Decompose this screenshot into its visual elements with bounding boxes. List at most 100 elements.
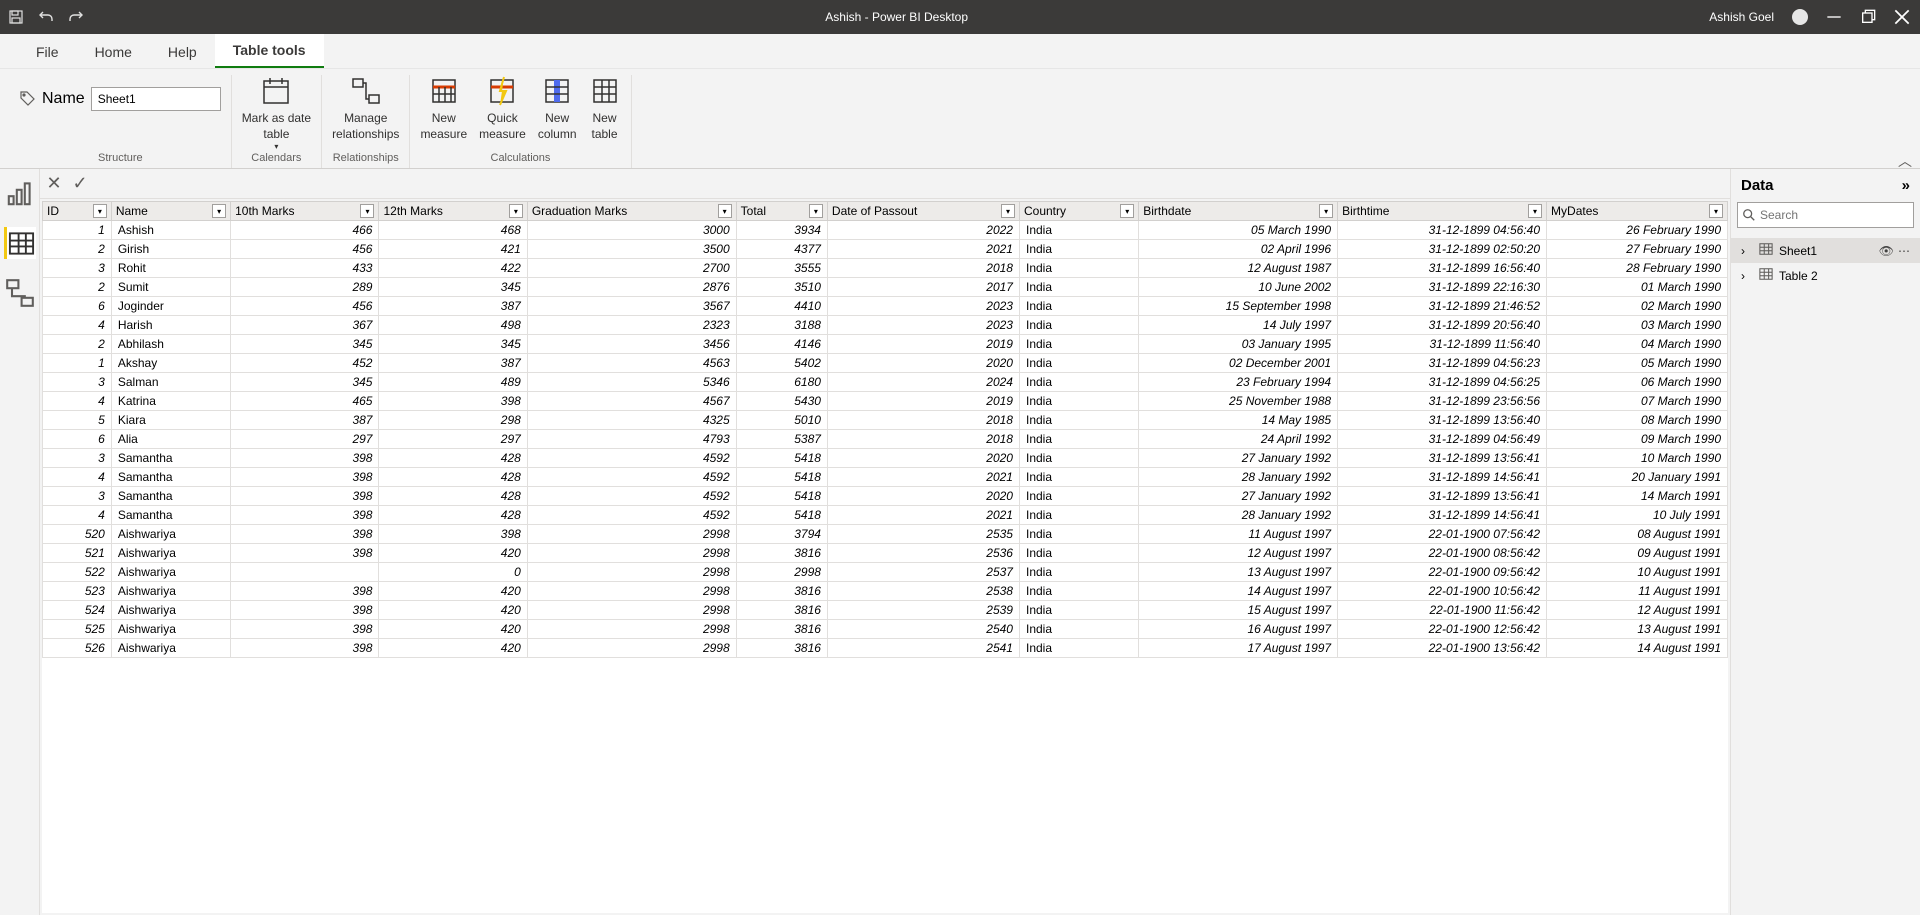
cell[interactable]: 12 August 1991 [1547,601,1728,620]
filter-dropdown-icon[interactable]: ▾ [360,204,374,218]
cell[interactable]: 4410 [736,297,827,316]
filter-dropdown-icon[interactable]: ▾ [718,204,732,218]
cell[interactable]: 345 [379,278,527,297]
table-row[interactable]: 3Samantha398428459254182020India27 Janua… [43,487,1728,506]
cell[interactable]: 398 [231,620,379,639]
filter-dropdown-icon[interactable]: ▾ [809,204,823,218]
cell[interactable]: India [1019,259,1138,278]
cell[interactable]: 466 [231,221,379,240]
cell[interactable]: Harish [111,316,230,335]
cell[interactable]: 27 January 1992 [1139,449,1338,468]
cell[interactable]: Aishwariya [111,582,230,601]
cell[interactable]: 02 March 1990 [1547,297,1728,316]
cell[interactable]: 398 [231,639,379,658]
filter-dropdown-icon[interactable]: ▾ [1709,204,1723,218]
cell[interactable]: 420 [379,544,527,563]
cell[interactable]: Sumit [111,278,230,297]
cell[interactable]: 09 August 1991 [1547,544,1728,563]
cell[interactable]: 6 [43,297,112,316]
cell[interactable]: 2538 [827,582,1019,601]
cell[interactable]: 345 [231,373,379,392]
cell[interactable]: 3794 [736,525,827,544]
cell[interactable]: 452 [231,354,379,373]
cell[interactable]: 398 [231,582,379,601]
filter-dropdown-icon[interactable]: ▾ [509,204,523,218]
cell[interactable]: 289 [231,278,379,297]
cell[interactable]: 08 March 1990 [1547,411,1728,430]
cell[interactable]: 31-12-1899 13:56:41 [1338,487,1547,506]
cell[interactable]: India [1019,449,1138,468]
cell[interactable]: 23 February 1994 [1139,373,1338,392]
cell[interactable]: 01 March 1990 [1547,278,1728,297]
cell[interactable]: Joginder [111,297,230,316]
col-header[interactable]: ID▾ [43,202,112,221]
cell[interactable]: 15 August 1997 [1139,601,1338,620]
table-row[interactable]: 521Aishwariya398420299838162536India12 A… [43,544,1728,563]
redo-icon[interactable] [68,9,84,25]
cell[interactable]: 2 [43,335,112,354]
cell[interactable]: 456 [231,297,379,316]
cell[interactable]: 11 August 1997 [1139,525,1338,544]
cell[interactable]: 433 [231,259,379,278]
cell[interactable]: 3816 [736,601,827,620]
cell[interactable]: 3188 [736,316,827,335]
cell[interactable]: 1 [43,354,112,373]
cell[interactable]: 02 April 1996 [1139,240,1338,259]
cell[interactable]: 428 [379,449,527,468]
visibility-icon[interactable]: 👁 [1879,244,1894,258]
cell[interactable]: 31-12-1899 04:56:25 [1338,373,1547,392]
cell[interactable]: Aishwariya [111,525,230,544]
cell[interactable]: 2018 [827,430,1019,449]
cell[interactable]: 22-01-1900 07:56:42 [1338,525,1547,544]
cell[interactable]: 387 [379,354,527,373]
cell[interactable]: 10 March 1990 [1547,449,1728,468]
cell[interactable]: 3 [43,449,112,468]
cell[interactable]: India [1019,373,1138,392]
cell[interactable]: 521 [43,544,112,563]
cell[interactable]: 22-01-1900 13:56:42 [1338,639,1547,658]
table-row[interactable]: 6Joginder456387356744102023India15 Septe… [43,297,1728,316]
close-icon[interactable] [1894,9,1910,25]
cell[interactable]: 2023 [827,297,1019,316]
table-row[interactable]: 2Sumit289345287635102017India10 June 200… [43,278,1728,297]
cell[interactable]: 2323 [527,316,736,335]
data-view-icon[interactable] [4,227,36,259]
cell[interactable]: 04 March 1990 [1547,335,1728,354]
cell[interactable]: 2998 [527,601,736,620]
cell[interactable]: 3456 [527,335,736,354]
cell[interactable]: 2024 [827,373,1019,392]
tab-help[interactable]: Help [150,36,215,68]
cell[interactable]: 6 [43,430,112,449]
cell[interactable]: India [1019,544,1138,563]
cell[interactable]: India [1019,221,1138,240]
restore-icon[interactable] [1860,9,1876,25]
cell[interactable]: 4146 [736,335,827,354]
cell[interactable]: 498 [379,316,527,335]
cell[interactable]: 398 [379,525,527,544]
cell[interactable]: 14 March 1991 [1547,487,1728,506]
cell[interactable]: India [1019,601,1138,620]
cell[interactable]: 27 January 1992 [1139,487,1338,506]
cell[interactable]: 03 January 1995 [1139,335,1338,354]
cell[interactable]: 4 [43,506,112,525]
cell[interactable]: Salman [111,373,230,392]
cell[interactable]: 31-12-1899 23:56:56 [1338,392,1547,411]
cell[interactable]: Girish [111,240,230,259]
cell[interactable]: 05 March 1990 [1547,354,1728,373]
cell[interactable]: India [1019,563,1138,582]
cell[interactable]: 14 July 1997 [1139,316,1338,335]
cell[interactable]: 2537 [827,563,1019,582]
name-input[interactable] [91,87,221,111]
cell[interactable]: India [1019,582,1138,601]
cell[interactable]: 525 [43,620,112,639]
cell[interactable]: 07 March 1990 [1547,392,1728,411]
cell[interactable]: Samantha [111,487,230,506]
cell[interactable]: 398 [231,525,379,544]
tab-home[interactable]: Home [77,36,150,68]
cell[interactable]: 398 [231,468,379,487]
cell[interactable]: 4592 [527,449,736,468]
cell[interactable]: 2998 [527,563,736,582]
more-icon[interactable]: ⋯ [1898,244,1910,258]
cell[interactable]: 2540 [827,620,1019,639]
cell[interactable]: 456 [231,240,379,259]
